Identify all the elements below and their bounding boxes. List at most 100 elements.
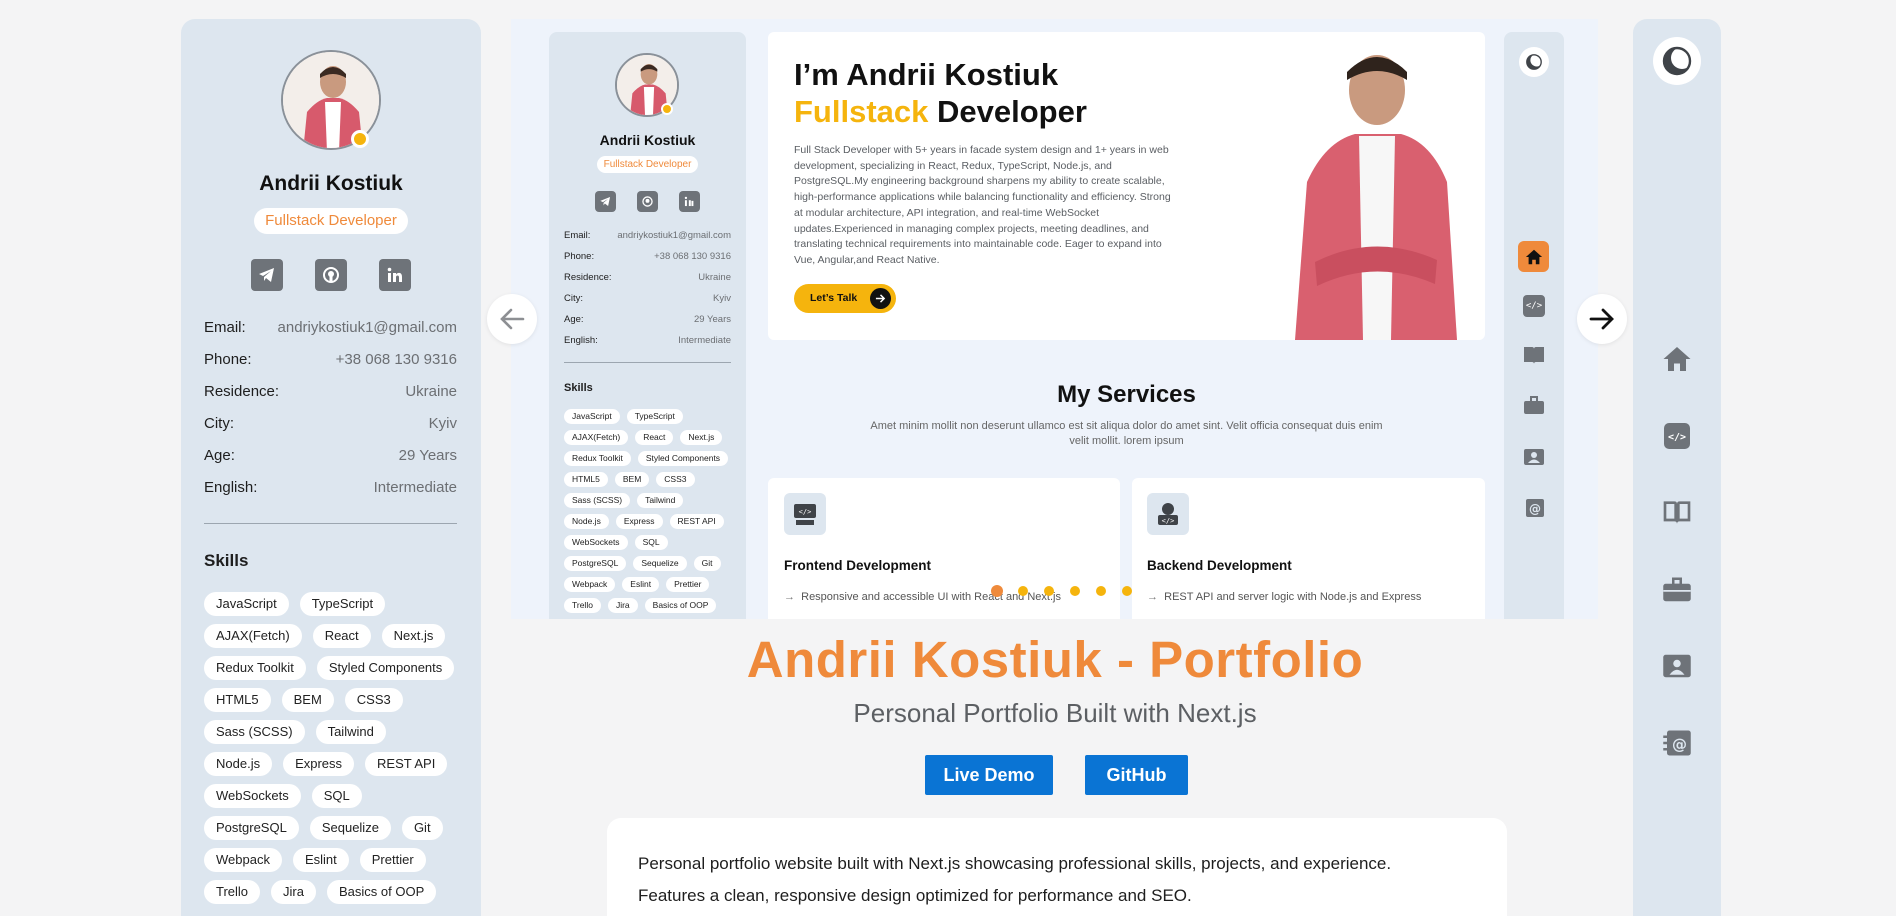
preview-skill-chip: Prettier [666, 577, 710, 592]
preview-info-value: 29 Years [694, 314, 731, 325]
preview-info-label: Phone: [564, 251, 595, 262]
preview-skill-chip: Express [615, 514, 663, 529]
theme-toggle[interactable] [1653, 37, 1701, 85]
preview-skill-chip: JavaScript [564, 409, 620, 424]
carousel-dot[interactable] [1070, 586, 1080, 596]
skill-chip: React [312, 624, 371, 648]
preview-at-contact-icon: @ [1522, 498, 1546, 523]
preview-info-label: City: [564, 293, 583, 304]
hero-title: Fullstack Developer [794, 94, 1087, 130]
sidebar-divider [204, 523, 457, 524]
preview-skill-chip: Jira [607, 598, 638, 613]
preview-home-icon [1518, 241, 1549, 272]
arrow-right-icon: → [1147, 591, 1158, 603]
skill-chip: HTML5 [204, 688, 271, 712]
lets-talk-button: Let’s Talk [794, 284, 896, 313]
preview-info-label: Residence: [564, 272, 612, 283]
preview-info-row: English: Intermediate [564, 335, 731, 356]
skill-chip: SQL [311, 784, 362, 808]
carousel-dot[interactable] [1122, 586, 1132, 596]
briefcase-icon[interactable] [1661, 575, 1693, 605]
project-subtitle: Personal Portfolio Built with Next.js [853, 698, 1257, 728]
skill-chip: PostgreSQL [204, 816, 299, 840]
github-icon[interactable] [315, 259, 347, 291]
preview-contact-info: Email: andriykostiuk1@gmail.com Phone: +38… [564, 230, 731, 356]
side-nav [1633, 19, 1721, 916]
frontend-icon: </> [784, 493, 826, 535]
preview-skill-chip: REST API [669, 514, 724, 529]
arrow-left-icon [500, 308, 525, 330]
preview-skill-chip: Redux Toolkit [564, 451, 631, 466]
carousel-next-button[interactable] [1577, 294, 1627, 344]
info-label: Email: [204, 319, 246, 336]
preview-skills-title: Skills [564, 382, 593, 394]
preview-skill-chip: AJAX(Fetch) [564, 430, 629, 445]
preview-info-value: Kyiv [713, 293, 731, 304]
hero-title-accent: Fullstack [794, 94, 929, 129]
preview-skill-chip: Next.js [680, 430, 723, 445]
contact-card-icon[interactable] [1661, 651, 1693, 681]
svg-text:@: @ [1529, 502, 1541, 516]
preview-skill-chip: React [635, 430, 674, 445]
preview-skill-chip: PostgreSQL [564, 556, 627, 571]
services-subtitle: Amet minim mollit non deserunt ullamco e… [870, 420, 1383, 447]
arrow-right-icon [1589, 308, 1614, 330]
preview-role-badge: Fullstack Developer [597, 156, 698, 173]
github-button[interactable]: GitHub [1085, 755, 1188, 795]
hero-greeting: I’m Andrii Kostiuk [794, 57, 1059, 92]
skill-chip: AJAX(Fetch) [204, 624, 302, 648]
skill-chip: REST API [365, 752, 448, 776]
skill-chip: Tailwind [315, 720, 386, 744]
skill-chip: Prettier [359, 848, 426, 872]
info-label: Residence: [204, 383, 280, 400]
arrow-right-icon [870, 288, 891, 309]
project-title: Andrii Kostiuk - Portfolio [746, 631, 1364, 688]
preview-skill-chip: CSS3 [656, 472, 695, 487]
preview-skill-chip: Git [693, 556, 721, 571]
telegram-icon[interactable] [251, 259, 283, 291]
info-label: Phone: [204, 351, 252, 368]
preview-skill-chip: Node.js [564, 514, 609, 529]
preview-info-row: Phone: +38 068 130 9316 [564, 251, 731, 272]
preview-skill-chip: Basics of OOP [644, 598, 717, 613]
skill-chip: Git [401, 816, 443, 840]
home-icon[interactable] [1662, 344, 1692, 374]
project-preview-carousel[interactable]: Andrii Kostiuk Fullstack Developer Email… [511, 19, 1598, 619]
live-demo-button[interactable]: Live Demo [925, 755, 1053, 795]
skill-chip: Jira [271, 880, 316, 904]
carousel-dot-active[interactable] [991, 585, 1003, 597]
at-contact-icon[interactable]: @ [1661, 728, 1693, 758]
carousel-prev-button[interactable] [487, 294, 537, 344]
code-icon[interactable]: </> [1662, 421, 1692, 451]
skill-chip: Trello [204, 880, 261, 904]
role-badge: Fullstack Developer [254, 208, 408, 234]
preview-book-icon [1522, 345, 1546, 370]
preview-skills-chips: JavaScript TypeScript AJAX(Fetch) React … [564, 409, 734, 613]
preview-info-label: Email: [564, 230, 591, 241]
skill-chip: Eslint [292, 848, 349, 872]
info-row: Residence: Ukraine [204, 383, 457, 415]
preview-skills-list: JavaScript TypeScript AJAX(Fetch) React … [564, 409, 734, 613]
book-icon[interactable] [1660, 497, 1694, 527]
preview-skill-chip: Sass (SCSS) [564, 493, 631, 508]
skill-chip: BEM [281, 688, 334, 712]
carousel-dot[interactable] [1044, 586, 1054, 596]
preview-info-value: Intermediate [678, 335, 731, 346]
info-row: Email: andriykostiuk1@gmail.com [204, 319, 457, 351]
preview-skill-chip: Tailwind [637, 493, 684, 508]
hero-photo [1225, 32, 1485, 340]
svg-text:</>: </> [1162, 517, 1175, 525]
preview-status-dot [661, 103, 673, 115]
skill-chip: Redux Toolkit [204, 656, 306, 680]
contact-info: Email: andriykostiuk1@gmail.com Phone: +… [204, 319, 457, 511]
carousel-dot[interactable] [1018, 586, 1028, 596]
info-label: English: [204, 479, 258, 496]
carousel-dot[interactable] [1096, 586, 1106, 596]
hero-description: Full Stack Developer with 5+ years in fa… [794, 144, 1171, 266]
linkedin-icon[interactable] [379, 259, 411, 291]
skill-chip: Express [283, 752, 355, 776]
profile-name: Andrii Kostiuk [259, 172, 403, 195]
preview-skill-chip: Webpack [564, 577, 616, 592]
skill-chip: Webpack [204, 848, 282, 872]
skill-chip: Styled Components [316, 656, 455, 680]
